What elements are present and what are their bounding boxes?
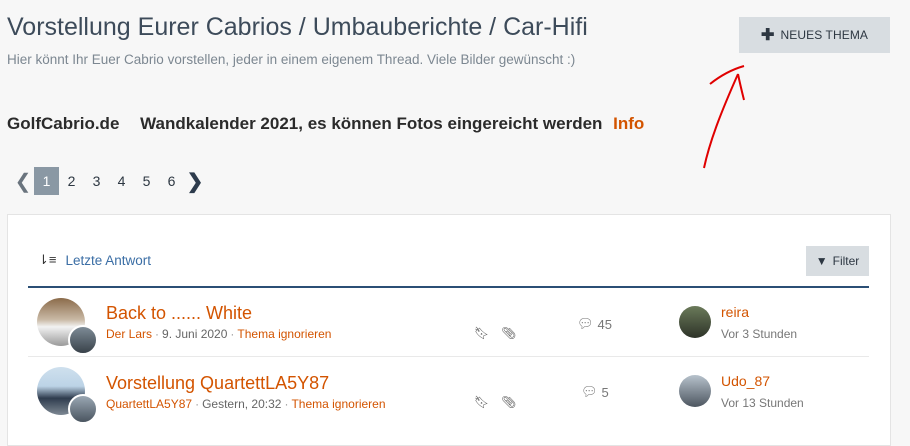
hand-drawn-arrow-annotation bbox=[703, 65, 745, 169]
ignore-thread-link[interactable]: Thema ignorieren bbox=[291, 397, 385, 411]
reply-count: 💬︎ 45 bbox=[577, 316, 612, 332]
thread-title-link[interactable]: Vorstellung QuartettLA5Y87 bbox=[106, 373, 329, 394]
paperclip-icon: 📎︎ bbox=[501, 326, 517, 340]
last-poster-link[interactable]: Udo_87 bbox=[721, 373, 770, 389]
reply-count-value: 45 bbox=[597, 316, 612, 332]
new-thread-button[interactable]: ✚ NEUES THEMA bbox=[739, 17, 890, 53]
thread-author-link[interactable]: Der Lars bbox=[106, 327, 152, 341]
sort-icon: ⇂≡ bbox=[38, 252, 57, 267]
thread-author-link[interactable]: QuartettLA5Y87 bbox=[106, 397, 192, 411]
last-poster-avatar[interactable] bbox=[679, 306, 711, 338]
thread-status-icons: 🔖︎ 📎︎ bbox=[474, 395, 516, 409]
user-avatar[interactable] bbox=[68, 325, 98, 355]
last-post-time[interactable]: Vor 3 Stunden bbox=[721, 327, 797, 341]
thread-status-icons: 🔖︎ 📎︎ bbox=[474, 326, 516, 340]
thread-meta: QuartettLA5Y87 · Gestern, 20:32 · Thema igno… bbox=[106, 397, 386, 411]
pagination: ❮ 1 2 3 4 5 6 ❯ bbox=[12, 167, 206, 195]
page-4[interactable]: 4 bbox=[109, 167, 134, 195]
bookmark-icon[interactable]: 🔖︎ bbox=[474, 395, 489, 409]
page-2[interactable]: 2 bbox=[59, 167, 84, 195]
thread-title-link[interactable]: Back to ...... White bbox=[106, 303, 252, 324]
ignore-thread-link[interactable]: Thema ignorieren bbox=[237, 327, 331, 341]
sort-control[interactable]: ⇂≡ Letzte Antwort bbox=[38, 252, 151, 268]
page-title: Vorstellung Eurer Cabrios / Umbaubericht… bbox=[7, 13, 588, 41]
announcement-text: Wandkalender 2021, es können Fotos einge… bbox=[140, 114, 603, 133]
filter-label: Filter bbox=[832, 254, 860, 268]
bookmark-icon[interactable]: 🔖︎ bbox=[474, 326, 489, 340]
last-poster-link[interactable]: reira bbox=[721, 304, 749, 320]
user-avatar[interactable] bbox=[68, 394, 98, 424]
page-6[interactable]: 6 bbox=[159, 167, 184, 195]
new-thread-label: NEUES THEMA bbox=[780, 28, 869, 42]
comment-icon: 💬︎ bbox=[581, 384, 598, 399]
page-5[interactable]: 5 bbox=[134, 167, 159, 195]
row-separator bbox=[28, 356, 869, 357]
site-name: GolfCabrio.de bbox=[7, 114, 120, 133]
paperclip-icon: 📎︎ bbox=[501, 395, 517, 409]
filter-button[interactable]: ▼ Filter bbox=[806, 246, 869, 276]
last-poster-avatar[interactable] bbox=[679, 375, 711, 407]
calendar-announcement: GolfCabrio.de Wandkalender 2021, es könn… bbox=[7, 114, 644, 134]
sort-label: Letzte Antwort bbox=[65, 252, 152, 268]
reply-count: 💬︎ 5 bbox=[581, 384, 609, 400]
page-1[interactable]: 1 bbox=[34, 167, 59, 195]
list-header-divider bbox=[28, 286, 869, 288]
prev-page-icon[interactable]: ❮ bbox=[12, 167, 34, 195]
filter-icon: ▼ bbox=[815, 254, 828, 268]
info-link[interactable]: Info bbox=[613, 114, 644, 133]
plus-icon: ✚ bbox=[760, 27, 775, 44]
thread-date: 9. Juni 2020 bbox=[162, 327, 228, 341]
thread-meta: Der Lars · 9. Juni 2020 · Thema ignorieren bbox=[106, 327, 332, 341]
page-description: Hier könnt Ihr Euer Cabrio vorstellen, j… bbox=[7, 52, 576, 67]
next-page-icon[interactable]: ❯ bbox=[184, 167, 206, 195]
page-3[interactable]: 3 bbox=[84, 167, 109, 195]
reply-count-value: 5 bbox=[601, 384, 609, 400]
last-post-time[interactable]: Vor 13 Stunden bbox=[721, 396, 804, 410]
thread-date: Gestern, 20:32 bbox=[202, 397, 282, 411]
comment-icon: 💬︎ bbox=[577, 316, 594, 331]
